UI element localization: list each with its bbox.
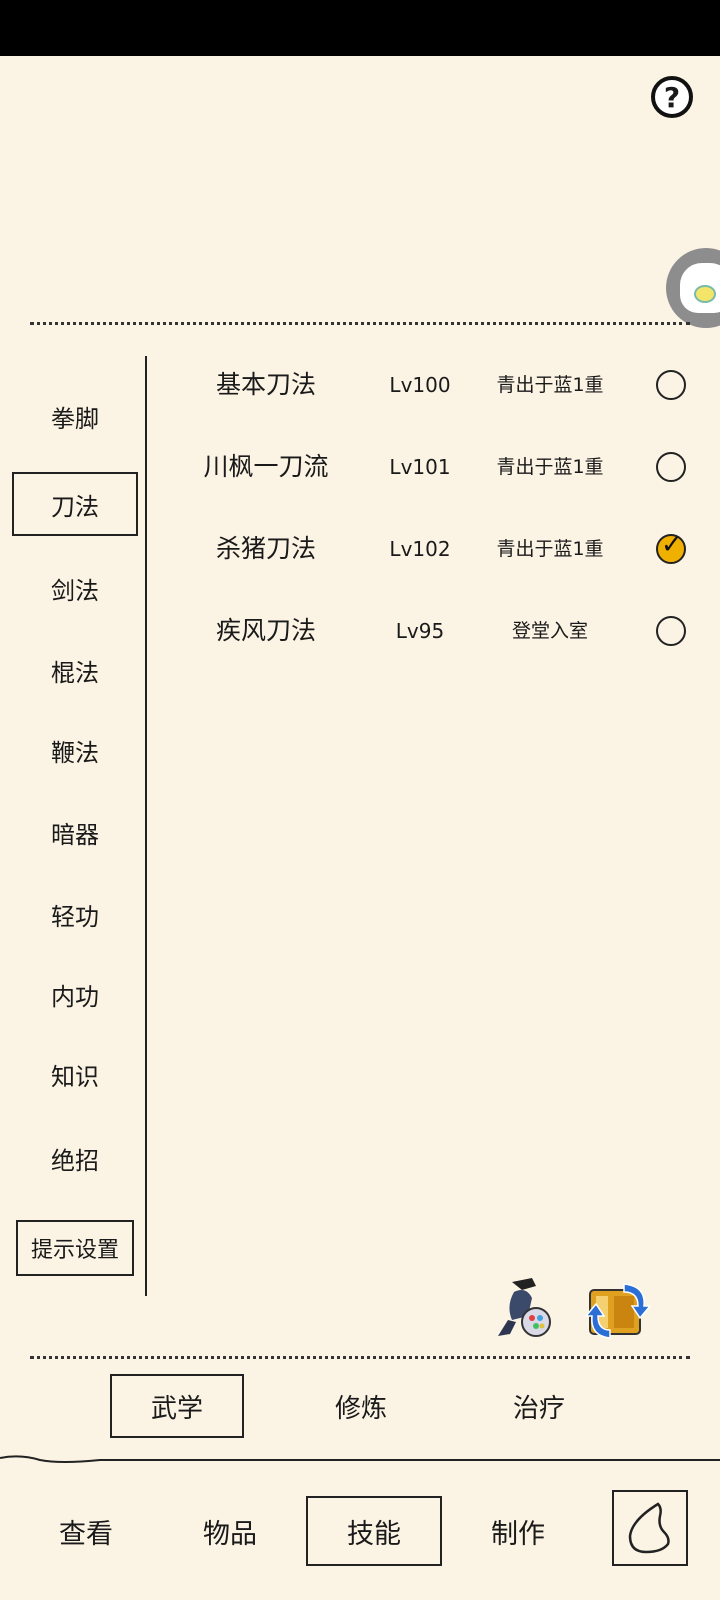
ninja-skin-icon[interactable] xyxy=(492,1276,556,1340)
back-button[interactable] xyxy=(612,1490,688,1566)
skill-row[interactable]: 杀猪刀法 Lv102 青出于蓝1重 xyxy=(180,524,700,574)
top-divider xyxy=(30,322,690,325)
skill-name: 杀猪刀法 xyxy=(215,534,316,563)
category-daofa[interactable]: 刀法 xyxy=(12,472,138,536)
category-qinggong[interactable]: 轻功 xyxy=(18,884,132,944)
skill-grade: 青出于蓝1重 xyxy=(496,374,604,396)
help-button[interactable]: ? xyxy=(651,76,693,118)
skill-level: Lv101 xyxy=(389,455,451,479)
skill-name: 疾风刀法 xyxy=(215,616,316,645)
category-anqi[interactable]: 暗器 xyxy=(18,802,132,862)
skill-level: Lv95 xyxy=(395,619,445,643)
category-neigong[interactable]: 内功 xyxy=(18,964,132,1024)
skill-grade: 青出于蓝1重 xyxy=(496,456,604,478)
category-gunfa[interactable]: 棍法 xyxy=(18,640,132,700)
nav-craft[interactable]: 制作 xyxy=(462,1496,574,1566)
equip-radio[interactable] xyxy=(656,370,686,400)
nav-view[interactable]: 查看 xyxy=(30,1496,142,1566)
subtab-wuxue[interactable]: 武学 xyxy=(110,1374,244,1438)
brush-stroke-divider xyxy=(0,1455,720,1463)
category-zhishi[interactable]: 知识 xyxy=(18,1044,132,1104)
category-quanjiao[interactable]: 拳脚 xyxy=(18,386,132,446)
skill-row[interactable]: 基本刀法 Lv100 青出于蓝1重 xyxy=(180,360,700,410)
skill-row[interactable]: 川枫一刀流 Lv101 青出于蓝1重 xyxy=(180,442,700,492)
subtab-xiulian[interactable]: 修炼 xyxy=(294,1374,428,1438)
subtab-zhiliao[interactable]: 治疗 xyxy=(472,1374,606,1438)
tip-settings-button[interactable]: 提示设置 xyxy=(16,1220,134,1276)
skill-name: 基本刀法 xyxy=(215,370,316,399)
skill-level: Lv100 xyxy=(389,373,451,397)
bottom-divider xyxy=(30,1356,690,1359)
skill-level: Lv102 xyxy=(389,537,451,561)
back-icon xyxy=(628,1502,670,1554)
equip-radio[interactable] xyxy=(656,616,686,646)
skill-grade: 登堂入室 xyxy=(511,620,588,642)
category-jianfa[interactable]: 剑法 xyxy=(18,558,132,618)
skill-grade: 青出于蓝1重 xyxy=(496,538,604,560)
nav-items[interactable]: 物品 xyxy=(174,1496,286,1566)
floating-assistant-button[interactable] xyxy=(666,248,720,328)
status-bar xyxy=(0,0,720,56)
category-juezhao[interactable]: 绝招 xyxy=(18,1128,132,1188)
nav-skills[interactable]: 技能 xyxy=(306,1496,442,1566)
equip-radio-checked[interactable] xyxy=(656,530,686,564)
skill-name: 川枫一刀流 xyxy=(203,452,329,481)
side-divider xyxy=(145,356,147,1296)
category-bianfa[interactable]: 鞭法 xyxy=(18,720,132,780)
gamepad-icon xyxy=(680,263,720,313)
skill-row[interactable]: 疾风刀法 Lv95 登堂入室 xyxy=(180,606,700,656)
help-icon: ? xyxy=(663,80,681,114)
equip-radio[interactable] xyxy=(656,452,686,482)
transfer-scroll-icon[interactable] xyxy=(584,1280,654,1342)
